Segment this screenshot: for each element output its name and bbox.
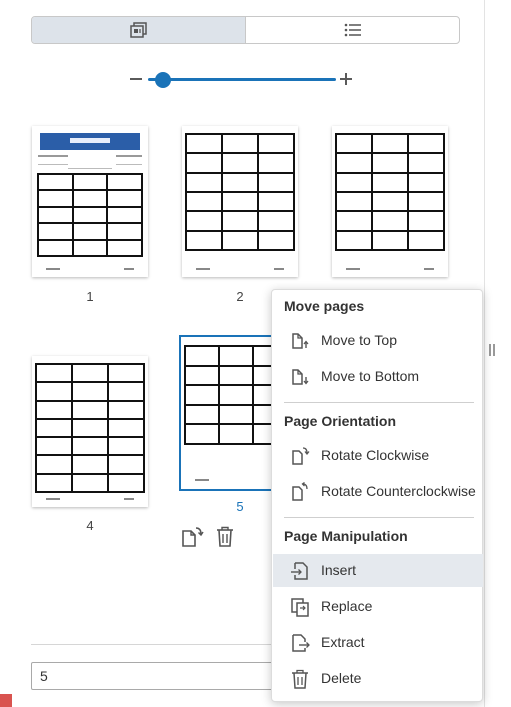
rotate-clockwise-icon	[292, 447, 310, 465]
thumbnail-view-button[interactable]	[32, 17, 246, 43]
list-icon	[344, 23, 361, 37]
move-to-top-icon	[292, 333, 309, 349]
menu-item-label: Replace	[321, 598, 373, 614]
page-label-4: 4	[86, 518, 94, 533]
menu-item-label: Rotate Clockwise	[321, 447, 430, 463]
panel-resize-bar[interactable]	[484, 0, 511, 707]
rotate-page-icon[interactable]	[180, 526, 204, 548]
page-actions	[178, 524, 238, 550]
menu-item-replace[interactable]: Replace	[273, 590, 483, 623]
list-view-button[interactable]	[246, 17, 459, 43]
section-page-manipulation: Page Manipulation	[284, 528, 408, 544]
page-thumbnail-3[interactable]	[332, 126, 448, 277]
menu-divider	[284, 402, 474, 403]
trash-icon[interactable]	[216, 526, 234, 548]
menu-item-label: Insert	[321, 562, 357, 578]
menu-item-label: Rotate Counterclockwise	[321, 483, 476, 499]
move-to-bottom-icon	[292, 369, 309, 385]
menu-item-delete[interactable]: Delete	[273, 662, 483, 695]
section-page-orientation: Page Orientation	[284, 413, 397, 429]
view-toggle	[31, 16, 460, 44]
menu-item-rotate-clockwise[interactable]: Rotate Clockwise	[273, 439, 483, 472]
page-thumbnail-4[interactable]	[32, 356, 148, 507]
zoom-slider[interactable]	[128, 66, 358, 92]
corner-indicator	[0, 694, 12, 707]
page-thumbnail-1[interactable]	[32, 126, 148, 277]
page-thumbnail-2[interactable]	[182, 126, 298, 277]
menu-item-extract[interactable]: Extract	[273, 626, 483, 659]
page-banner	[40, 133, 140, 150]
insert-page-icon	[291, 562, 308, 580]
menu-item-rotate-counterclockwise[interactable]: Rotate Counterclockwise	[273, 475, 483, 508]
thumbnail-grid-icon	[129, 22, 147, 38]
section-move-pages: Move pages	[284, 298, 365, 314]
resize-grip-icon[interactable]	[489, 344, 497, 356]
menu-divider	[284, 517, 474, 518]
zoom-track[interactable]	[148, 78, 336, 81]
extract-page-icon	[292, 634, 310, 652]
menu-item-label: Delete	[321, 670, 362, 686]
page-label-5: 5	[236, 499, 244, 514]
rotate-counterclockwise-icon	[292, 482, 308, 501]
delete-icon	[292, 669, 308, 689]
menu-item-insert[interactable]: Insert	[273, 554, 483, 587]
page-context-menu: Move pages Move to Top Move to Bottom Pa…	[271, 289, 483, 702]
menu-item-label: Move to Bottom	[321, 368, 420, 384]
zoom-out-icon[interactable]	[130, 78, 142, 80]
menu-item-move-to-top[interactable]: Move to Top	[273, 324, 483, 357]
replace-page-icon	[291, 598, 309, 617]
page-label-2: 2	[236, 289, 244, 304]
page-label-1: 1	[86, 289, 94, 304]
menu-item-label: Move to Top	[321, 332, 398, 348]
menu-item-label: Extract	[321, 634, 365, 650]
menu-item-move-to-bottom[interactable]: Move to Bottom	[273, 360, 483, 393]
page-number-input[interactable]: 5	[31, 662, 281, 690]
zoom-handle[interactable]	[155, 72, 171, 88]
